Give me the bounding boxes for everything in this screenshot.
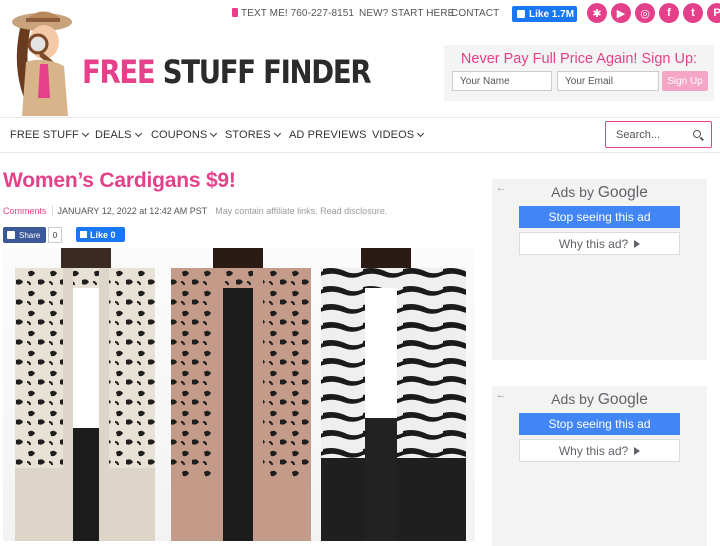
- adchoices-icon: [634, 239, 641, 248]
- post-title: Women’s Cardigans $9!: [3, 169, 236, 192]
- signup-button[interactable]: Sign Up: [662, 71, 708, 91]
- name-input[interactable]: Your Name: [452, 71, 552, 91]
- why-this-ad-label: Why this ad?: [558, 236, 629, 251]
- facebook-like-label: Like 1.7M: [529, 8, 575, 20]
- nav-deals[interactable]: DEALS: [95, 129, 142, 141]
- main-nav: FREE STUFF DEALS COUPONS STORES AD PREVI…: [0, 117, 720, 153]
- facebook-icon: [7, 231, 15, 239]
- facebook-icon[interactable]: f: [659, 3, 679, 23]
- ads-by-google-label: Ads by Google: [492, 391, 707, 409]
- email-input[interactable]: Your Email: [557, 71, 659, 91]
- signup-form: Never Pay Full Price Again! Sign Up: You…: [444, 45, 714, 101]
- post-date: JANUARY 12, 2022 at 12:42 AM PST: [57, 206, 208, 216]
- nav-label: DEALS: [95, 129, 132, 141]
- nav-label: STORES: [225, 129, 271, 141]
- nav-videos[interactable]: VIDEOS: [372, 129, 425, 141]
- search-input[interactable]: Search...: [605, 121, 712, 148]
- like-post-label: Like 0: [90, 229, 116, 240]
- nav-label: VIDEOS: [372, 129, 415, 141]
- pinterest-icon[interactable]: P: [707, 3, 720, 23]
- text-me-label: TEXT ME! 760-227-8151: [241, 8, 355, 19]
- site-logo[interactable]: FREE STUFF FINDER: [82, 52, 372, 92]
- nav-ad-previews[interactable]: AD PREVIEWS: [289, 129, 367, 141]
- search-placeholder: Search...: [616, 128, 661, 141]
- search-icon[interactable]: [693, 130, 701, 138]
- thumbs-up-icon: [517, 10, 525, 18]
- logo-rest-text: STUFF FINDER: [162, 53, 372, 91]
- chevron-down-icon: [273, 129, 281, 138]
- google-text: Google: [597, 184, 648, 201]
- facebook-share-button[interactable]: Share: [3, 227, 46, 243]
- ad-slot: ← Ads by Google Stop seeing this ad Why …: [492, 179, 707, 360]
- comments-link[interactable]: Comments: [3, 206, 47, 216]
- chevron-down-icon: [134, 129, 142, 138]
- meta-divider: [51, 205, 53, 216]
- youtube-icon[interactable]: ▶: [611, 3, 631, 23]
- nav-stores[interactable]: STORES: [225, 129, 281, 141]
- facebook-like-post-button[interactable]: Like 0: [76, 227, 125, 242]
- instagram-icon[interactable]: ◎: [635, 3, 655, 23]
- chevron-down-icon: [81, 129, 89, 138]
- social-icons: ✱ ▶ ◎ f t P: [587, 3, 720, 23]
- google-text: Google: [597, 391, 648, 408]
- nav-free-stuff[interactable]: FREE STUFF: [10, 129, 89, 141]
- nav-label: COUPONS: [151, 129, 208, 141]
- why-this-ad-button[interactable]: Why this ad?: [519, 232, 680, 255]
- facebook-like-button[interactable]: Like 1.7M: [512, 6, 577, 22]
- nav-label: AD PREVIEWS: [289, 129, 367, 141]
- text-me-link[interactable]: TEXT ME! 760-227-8151: [232, 8, 354, 19]
- disclosure-link[interactable]: May contain affiliate links. Read disclo…: [215, 206, 387, 216]
- snapchat-icon[interactable]: ✱: [587, 3, 607, 23]
- post-meta: Comments JANUARY 12, 2022 at 12:42 AM PST…: [3, 205, 387, 216]
- chevron-down-icon: [210, 129, 218, 138]
- share-count: 0: [48, 227, 62, 243]
- product-image[interactable]: [3, 248, 475, 541]
- ad-slot: ← Ads by Google Stop seeing this ad Why …: [492, 386, 707, 546]
- logo-free-text: FREE: [82, 53, 156, 91]
- why-this-ad-label: Why this ad?: [558, 443, 629, 458]
- share-label: Share: [19, 230, 41, 240]
- thumbs-up-icon: [80, 231, 87, 238]
- mascot-logo-image[interactable]: [2, 6, 78, 116]
- contact-link[interactable]: CONTACT: [451, 8, 499, 19]
- nav-label: FREE STUFF: [10, 129, 79, 141]
- nav-coupons[interactable]: COUPONS: [151, 129, 218, 141]
- stop-seeing-ad-button[interactable]: Stop seeing this ad: [519, 206, 680, 228]
- phone-icon: [232, 8, 238, 17]
- stop-seeing-ad-button[interactable]: Stop seeing this ad: [519, 413, 680, 435]
- why-this-ad-button[interactable]: Why this ad?: [519, 439, 680, 462]
- signup-title: Never Pay Full Price Again! Sign Up:: [460, 51, 698, 67]
- new-start-here-link[interactable]: NEW? START HERE: [359, 8, 454, 19]
- ads-by-google-label: Ads by Google: [492, 184, 707, 202]
- top-bar: TEXT ME! 760-227-8151 NEW? START HERE CO…: [0, 0, 720, 28]
- adchoices-icon: [634, 446, 641, 455]
- cardigans-photo: [15, 248, 466, 541]
- ads-by-text: Ads by: [551, 391, 594, 407]
- ads-by-text: Ads by: [551, 184, 594, 200]
- twitter-icon[interactable]: t: [683, 3, 703, 23]
- chevron-down-icon: [417, 129, 425, 138]
